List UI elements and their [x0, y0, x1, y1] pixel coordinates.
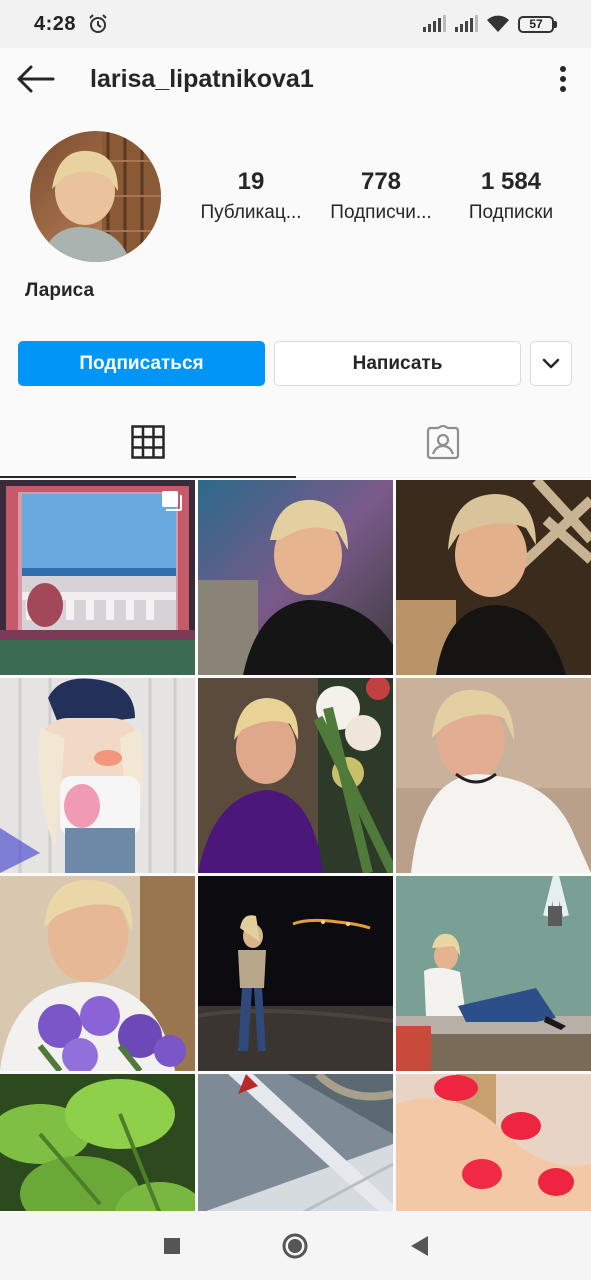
tagged-icon — [427, 424, 460, 459]
post-thumbnail[interactable] — [0, 480, 195, 675]
post-thumbnail[interactable] — [396, 678, 591, 873]
post-thumbnail[interactable] — [198, 480, 393, 675]
post-thumbnail[interactable] — [198, 1074, 393, 1211]
post-thumbnail[interactable] — [198, 678, 393, 873]
stat-followers-count: 778 — [360, 168, 402, 195]
status-bar: 4:28 57 — [0, 0, 591, 48]
status-time: 4:28 — [34, 12, 77, 35]
post-thumbnail[interactable] — [396, 876, 591, 1071]
back-nav-button[interactable] — [394, 1221, 444, 1271]
recents-button[interactable] — [147, 1221, 197, 1271]
suggested-dropdown-button[interactable] — [530, 341, 572, 386]
stat-posts-count: 19 — [237, 168, 265, 195]
post-thumbnail[interactable] — [0, 876, 195, 1071]
home-button[interactable] — [270, 1221, 320, 1271]
profile-stats: 19 Публикац... 778 Подписчи... 1 584 Под… — [186, 166, 576, 228]
tab-grid[interactable] — [0, 408, 296, 478]
post-thumbnail[interactable] — [0, 1074, 195, 1211]
stat-following-label: Подписки — [468, 202, 554, 223]
back-triangle-icon — [411, 1235, 429, 1256]
chevron-down-icon — [542, 358, 560, 368]
more-vertical-icon — [560, 66, 566, 92]
stat-posts[interactable]: 19 Публикац... — [186, 166, 316, 228]
post-thumbnail[interactable] — [198, 876, 393, 1071]
status-icons: 57 — [422, 14, 557, 34]
square-icon — [163, 1237, 180, 1254]
posts-grid — [0, 480, 591, 1211]
follow-button[interactable]: Подписаться — [18, 341, 265, 386]
stat-followers[interactable]: 778 Подписчи... — [316, 166, 446, 228]
battery-icon: 57 — [518, 15, 557, 33]
battery-level: 57 — [518, 15, 554, 33]
circle-icon — [282, 1233, 308, 1258]
profile-avatar[interactable] — [30, 131, 161, 262]
post-thumbnail[interactable] — [396, 480, 591, 675]
signal-icon — [455, 15, 478, 32]
back-button[interactable] — [0, 48, 70, 110]
message-button[interactable]: Написать — [274, 341, 521, 386]
stat-posts-label: Публикац... — [200, 202, 302, 223]
stat-following[interactable]: 1 584 Подписки — [446, 166, 576, 228]
profile-name: Лариса — [25, 280, 95, 301]
profile-tabs — [0, 408, 591, 478]
arrow-left-icon — [17, 65, 55, 93]
stat-followers-label: Подписчи... — [330, 202, 432, 223]
post-thumbnail[interactable] — [0, 678, 195, 873]
multiple-photos-icon — [162, 491, 182, 511]
signal-icon — [423, 15, 446, 32]
wifi-icon — [487, 15, 509, 32]
grid-icon — [131, 425, 165, 459]
alarm-icon — [89, 14, 107, 33]
more-options-button[interactable] — [535, 48, 591, 110]
stat-following-count: 1 584 — [480, 168, 542, 195]
post-thumbnail[interactable] — [396, 1074, 591, 1211]
header-username: larisa_lipatnikova1 — [90, 64, 314, 93]
app-header: larisa_lipatnikova1 — [0, 48, 591, 110]
system-nav-bar — [0, 1211, 591, 1280]
tab-tagged[interactable] — [295, 408, 591, 478]
